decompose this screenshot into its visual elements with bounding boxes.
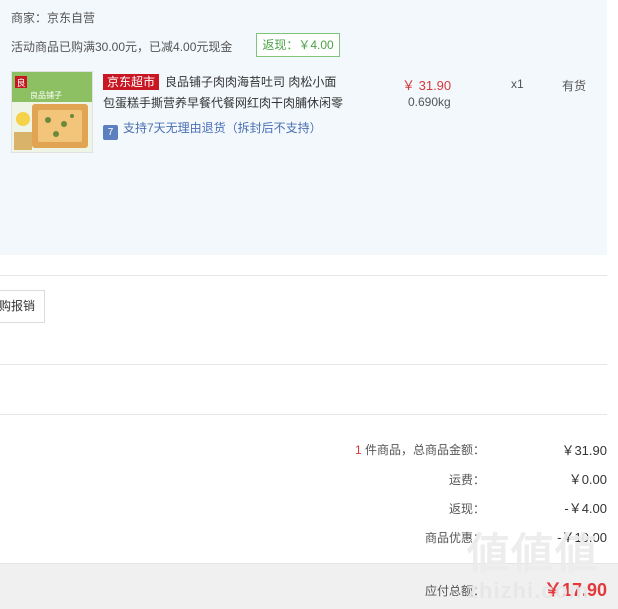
merchant-label: 商家：京东自营: [11, 11, 96, 25]
return-policy: 7 支持7天无理由退货（拆封后不支持）: [103, 120, 322, 140]
product-title-line1[interactable]: 京东超市 良品铺子肉肉海苔吐司 肉松小面: [103, 73, 348, 91]
divider: [0, 364, 607, 365]
return-policy-text: 支持7天无理由退货（拆封后不支持）: [123, 121, 322, 135]
divider: [0, 414, 607, 415]
rebate-label: 返现：: [448, 502, 485, 516]
watermark-text: zhizhi.com: [467, 578, 590, 603]
product-title-line2[interactable]: 包蛋糕手撕营养早餐代餐网红肉干肉脯休闲零: [103, 94, 348, 112]
product-image-brand: 良品铺子: [30, 90, 62, 100]
divider: [0, 275, 607, 276]
promo-text: 活动商品已购满30.00元，已减4.00元现金: [11, 40, 233, 54]
product-image-graphic: 良 良品铺子: [12, 72, 92, 152]
rebate-value: -￥4.00: [564, 501, 607, 516]
product-weight: 0.690kg: [408, 95, 451, 109]
jd-supermarket-tag: 京东超市: [103, 74, 160, 90]
product-price: ￥ 31.90: [402, 78, 452, 93]
product-title-text: 良品铺子肉肉海苔吐司 肉松小面: [165, 75, 337, 89]
shipping-value: ￥0.00: [568, 472, 607, 487]
items-total-value: ￥31.90: [561, 443, 607, 458]
order-panel: 商家：京东自营 活动商品已购满30.00元，已减4.00元现金 返现：￥4.00…: [0, 0, 607, 255]
items-total-text: 件商品，总商品金额：: [361, 443, 485, 457]
seven-day-return-icon: 7: [103, 125, 118, 140]
item-count: 1: [354, 443, 362, 457]
items-total-label: 1 件商品，总商品金额：: [355, 441, 485, 458]
product-image[interactable]: 良 良品铺子: [11, 71, 93, 153]
watermark-glyphs: 値値値: [467, 530, 600, 577]
stock-status: 有货: [562, 79, 587, 93]
site-watermark: 値値値 zhizhi.com: [467, 520, 617, 609]
invoice-button[interactable]: 购报销: [0, 290, 45, 323]
shipping-label: 运费：: [448, 473, 485, 487]
svg-text:良: 良: [16, 77, 25, 89]
product-quantity: x1: [511, 77, 524, 91]
rebate-badge: 返现：￥4.00: [256, 33, 340, 57]
